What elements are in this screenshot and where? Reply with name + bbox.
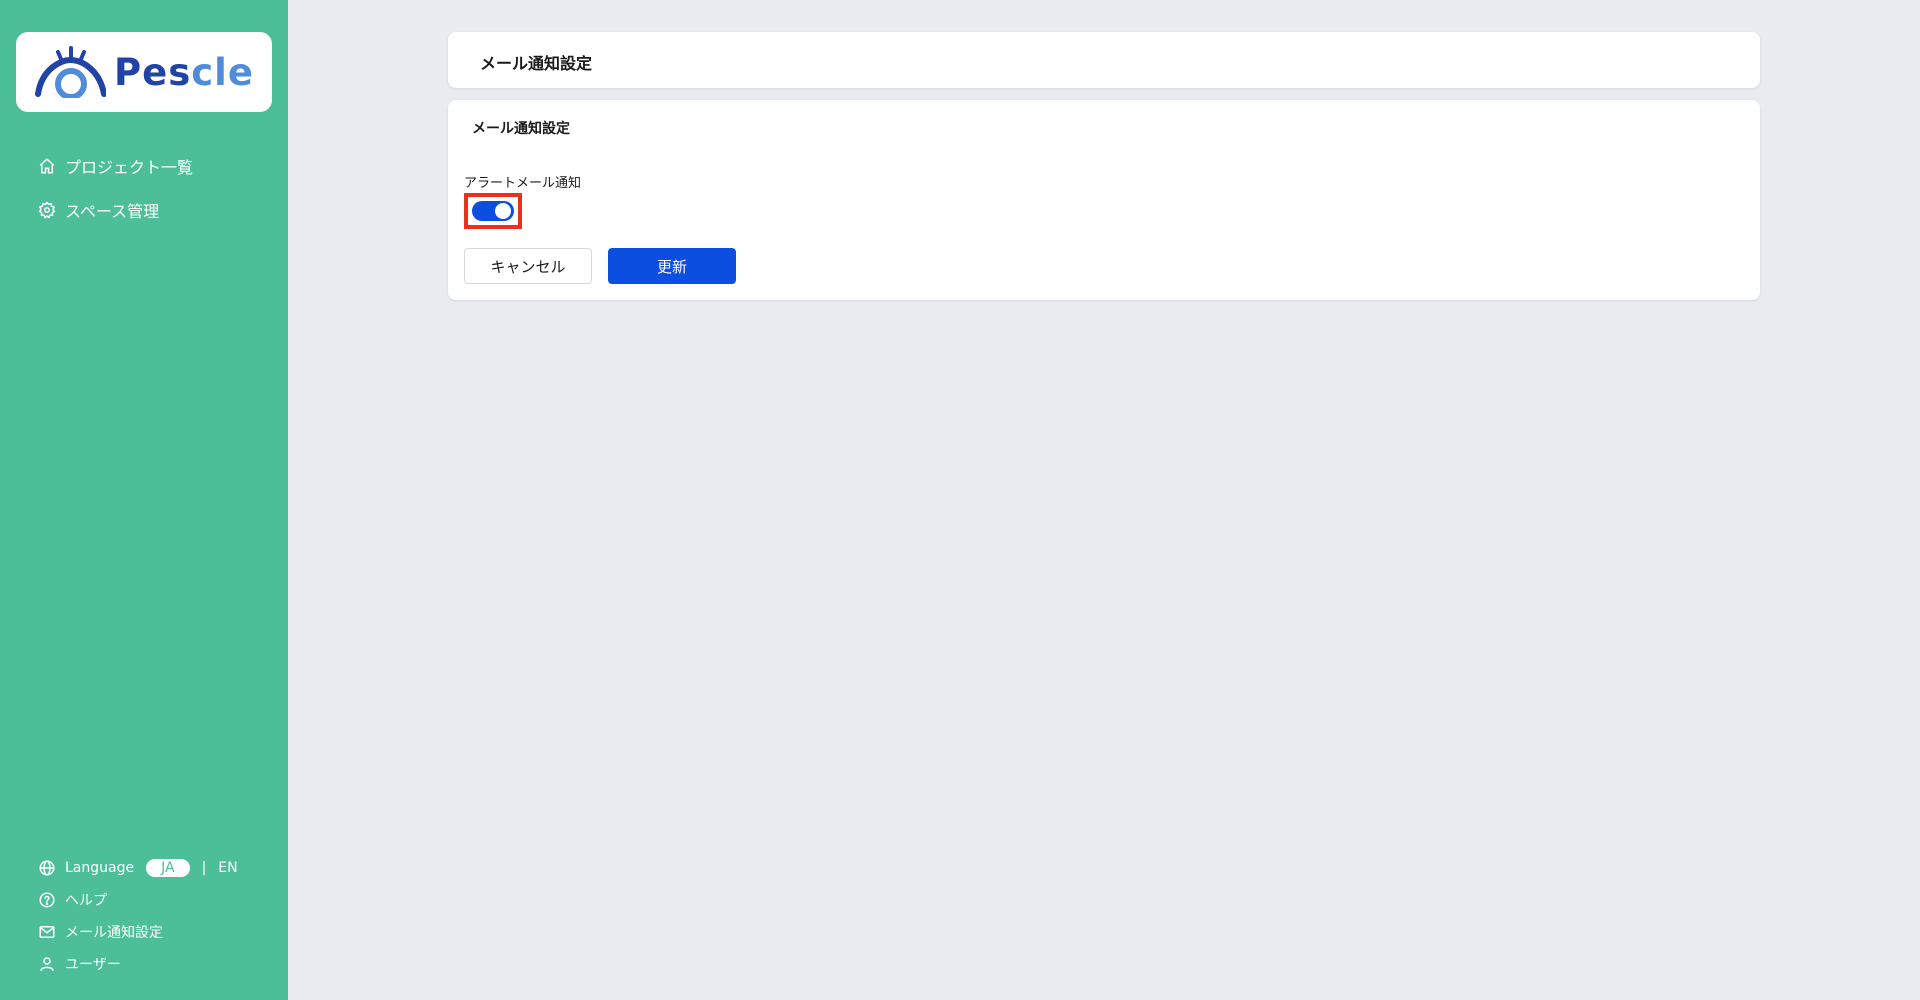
sidebar-item-label: プロジェクト一覧 bbox=[65, 158, 194, 177]
cancel-button[interactable]: キャンセル bbox=[464, 248, 592, 284]
sidebar-item-label: ユーザー bbox=[65, 957, 121, 973]
gear-icon bbox=[38, 201, 56, 219]
home-icon bbox=[39, 158, 55, 174]
language-separator: | bbox=[201, 860, 207, 876]
page-title: メール通知設定 bbox=[480, 54, 593, 73]
mail-settings-panel: メール通知設定 アラートメール通知 キャンセル 更新 bbox=[448, 100, 1760, 300]
sidebar: Pescle プロジェクト一覧 スペース管理 Language JA | EN … bbox=[0, 0, 288, 1000]
logo[interactable]: Pescle bbox=[16, 32, 272, 112]
globe-icon bbox=[39, 860, 55, 876]
sidebar-item-label: ヘルプ bbox=[65, 893, 107, 909]
language-label: Language bbox=[65, 860, 135, 876]
eye-logo-icon bbox=[35, 46, 106, 98]
alert-mail-label: アラートメール通知 bbox=[464, 176, 582, 191]
user-icon bbox=[40, 957, 54, 971]
language-en-button[interactable]: EN bbox=[218, 860, 237, 876]
sidebar-item-help[interactable]: ヘルプ bbox=[38, 888, 238, 912]
mail-icon bbox=[39, 926, 55, 938]
toggle-highlight-box bbox=[464, 193, 522, 229]
sidebar-item-label: メール通知設定 bbox=[65, 925, 163, 941]
sidebar-item-mail-settings[interactable]: メール通知設定 bbox=[38, 920, 238, 944]
sidebar-item-user[interactable]: ユーザー bbox=[38, 952, 238, 976]
sidebar-item-space-management[interactable]: スペース管理 bbox=[38, 196, 193, 224]
sidebar-footer: Language JA | EN ヘルプ メール通知設定 ユーザー bbox=[38, 856, 238, 984]
section-title: メール通知設定 bbox=[472, 121, 570, 137]
sidebar-item-projects[interactable]: プロジェクト一覧 bbox=[38, 152, 193, 180]
language-ja-button[interactable]: JA bbox=[146, 859, 190, 877]
help-icon bbox=[39, 892, 55, 908]
logo-wordmark: Pescle bbox=[114, 50, 254, 94]
update-button[interactable]: 更新 bbox=[608, 248, 736, 284]
page-header: メール通知設定 bbox=[448, 32, 1760, 88]
toggle-knob bbox=[495, 203, 511, 219]
sidebar-item-label: スペース管理 bbox=[65, 202, 160, 221]
alert-mail-toggle[interactable] bbox=[472, 201, 514, 221]
language-switcher: Language JA | EN bbox=[38, 856, 238, 880]
sidebar-nav: プロジェクト一覧 スペース管理 bbox=[38, 152, 193, 240]
